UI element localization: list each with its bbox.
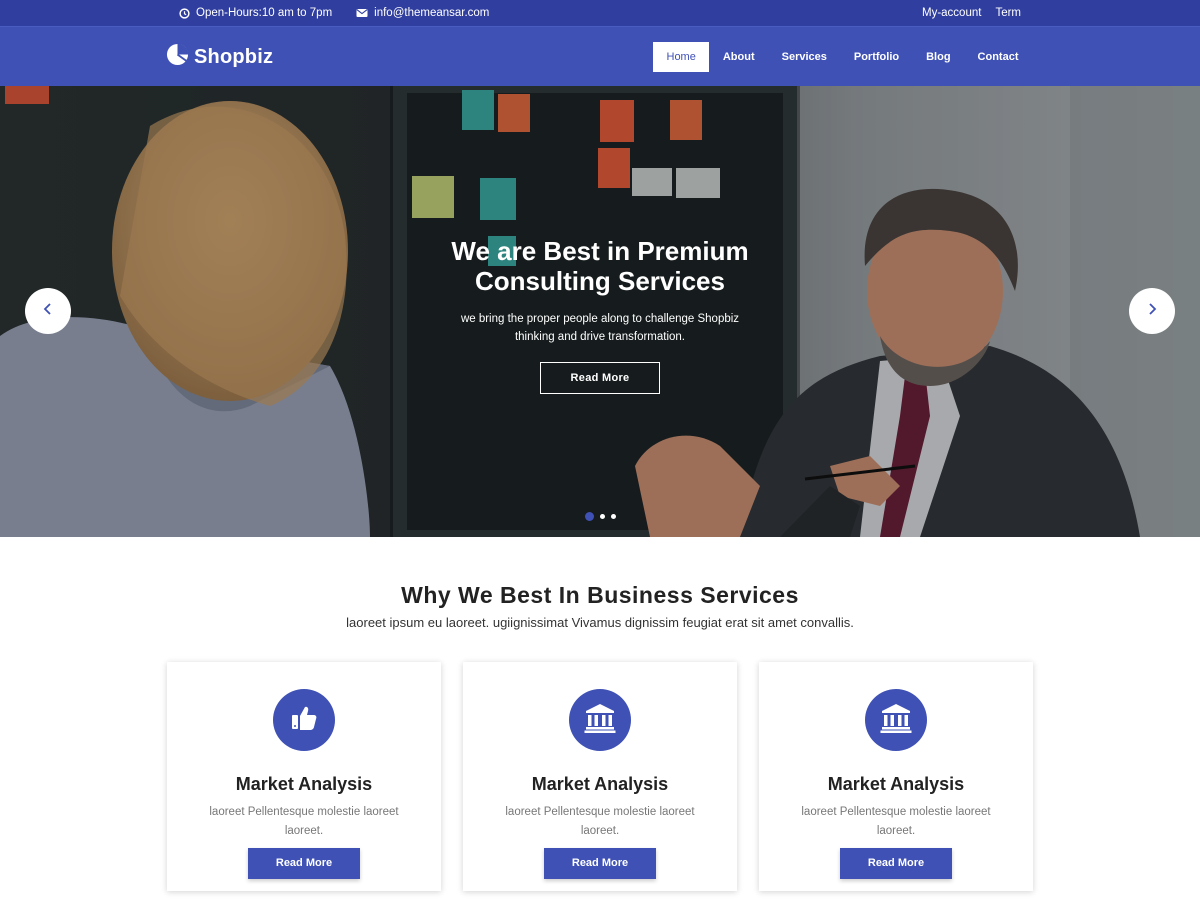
slider-next-button[interactable] [1129,288,1175,334]
nav-home[interactable]: Home [653,42,710,72]
pie-chart-icon [166,43,189,71]
thumbs-up-icon [289,703,319,738]
nav-blog[interactable]: Blog [913,42,964,72]
service-card: Market Analysis laoreet Pellentesque mol… [759,662,1033,891]
service-read-more-button[interactable]: Read More [544,848,656,879]
opening-hours-text: Open-Hours:10 am to 7pm [196,7,333,19]
slider-dot-3[interactable] [610,514,616,519]
service-card: Market Analysis laoreet Pellentesque mol… [167,662,441,891]
service-icon-circle [569,689,631,751]
bank-icon [880,703,912,738]
service-icon-circle [865,689,927,751]
service-card-text: laoreet Pellentesque molestie laoreet la… [801,806,991,837]
chevron-right-icon [1146,302,1158,321]
service-card-title: Market Analysis [531,774,669,794]
nav-services[interactable]: Services [768,42,840,72]
hero-subtitle: we bring the proper people along to chal… [460,313,740,343]
hero-slider: We are Best in Premium Consulting Servic… [0,86,1200,537]
slider-pagination [0,512,1200,521]
top-contact-info: Open-Hours:10 am to 7pm info@themeansar.… [178,0,489,26]
bank-icon [584,703,616,738]
envelope-icon [356,7,368,19]
top-bar: Open-Hours:10 am to 7pm info@themeansar.… [0,0,1200,26]
email-info[interactable]: info@themeansar.com [356,7,489,19]
my-account-link[interactable]: My-account [922,7,981,19]
email-text[interactable]: info@themeansar.com [374,7,489,19]
top-links: My-account Term [922,0,1021,26]
slider-dot-2[interactable] [599,514,605,519]
nav-about[interactable]: About [709,42,768,72]
slider-dot-1[interactable] [584,512,594,521]
hero-title: We are Best in Premium Consulting Servic… [451,236,749,296]
clock-icon [178,7,190,19]
nav-contact[interactable]: Contact [964,42,1032,72]
services-section: Why We Best In Business Services laoreet… [0,582,1200,891]
site-logo[interactable]: Shopbiz [166,43,273,71]
opening-hours: Open-Hours:10 am to 7pm [178,7,332,19]
service-read-more-button[interactable]: Read More [840,848,952,879]
service-card: Market Analysis laoreet Pellentesque mol… [463,662,737,891]
service-card-title: Market Analysis [235,774,373,794]
services-title: Why We Best In Business Services [401,582,799,608]
term-link[interactable]: Term [995,7,1021,19]
nav-portfolio[interactable]: Portfolio [840,42,912,72]
service-read-more-button[interactable]: Read More [248,848,360,879]
service-card-text: laoreet Pellentesque molestie laoreet la… [505,806,695,837]
services-subtitle: laoreet ipsum eu laoreet. ugiignissimat … [346,615,854,630]
brand-name: Shopbiz [194,45,274,68]
service-icon-circle [273,689,335,751]
service-card-title: Market Analysis [827,774,965,794]
chevron-left-icon [42,302,54,321]
slider-prev-button[interactable] [25,288,71,334]
hero-content: We are Best in Premium Consulting Servic… [0,236,1200,394]
main-menu: Home About Services Portfolio Blog Conta… [653,42,1032,72]
main-navbar: Shopbiz Home About Services Portfolio Bl… [0,26,1200,86]
service-card-text: laoreet Pellentesque molestie laoreet la… [209,806,399,837]
hero-read-more-button[interactable]: Read More [540,362,660,394]
service-cards: Market Analysis laoreet Pellentesque mol… [167,662,1033,891]
